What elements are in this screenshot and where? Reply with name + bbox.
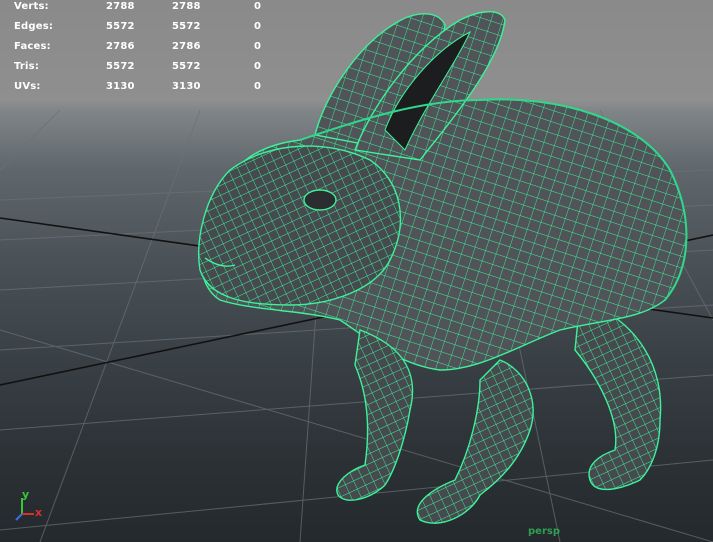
hud-value: 0 — [254, 21, 262, 32]
hud-value: 0 — [254, 1, 262, 12]
hud-value: 0 — [254, 61, 262, 72]
hud-label: UVs: — [14, 81, 41, 92]
view-axis-gizmo: y x — [8, 488, 52, 528]
hud-value: 3130 — [172, 81, 201, 92]
axis-y-label: y — [22, 488, 30, 501]
hud-value: 5572 — [106, 61, 135, 72]
hud-value: 0 — [254, 81, 262, 92]
axis-gizmo-lines — [15, 498, 34, 521]
hud-value: 2788 — [172, 1, 201, 12]
hud-value: 5572 — [172, 61, 201, 72]
hud-value: 5572 — [106, 21, 135, 32]
hud-label: Faces: — [14, 41, 51, 52]
hud-value: 2788 — [106, 1, 135, 12]
hud-label: Verts: — [14, 1, 49, 12]
hud-value: 5572 — [172, 21, 201, 32]
hud-value: 2786 — [106, 41, 135, 52]
axis-x-label: x — [35, 506, 43, 519]
hud-label: Edges: — [14, 21, 54, 32]
hud-value: 0 — [254, 41, 262, 52]
viewport-persp[interactable]: Verts: 2788 2788 0 Edges: 5572 5572 0 Fa… — [0, 0, 713, 542]
hud-label: Tris: — [14, 61, 40, 72]
hud-value: 3130 — [106, 81, 135, 92]
hud-value: 2786 — [172, 41, 201, 52]
camera-name-label: persp — [528, 526, 560, 537]
